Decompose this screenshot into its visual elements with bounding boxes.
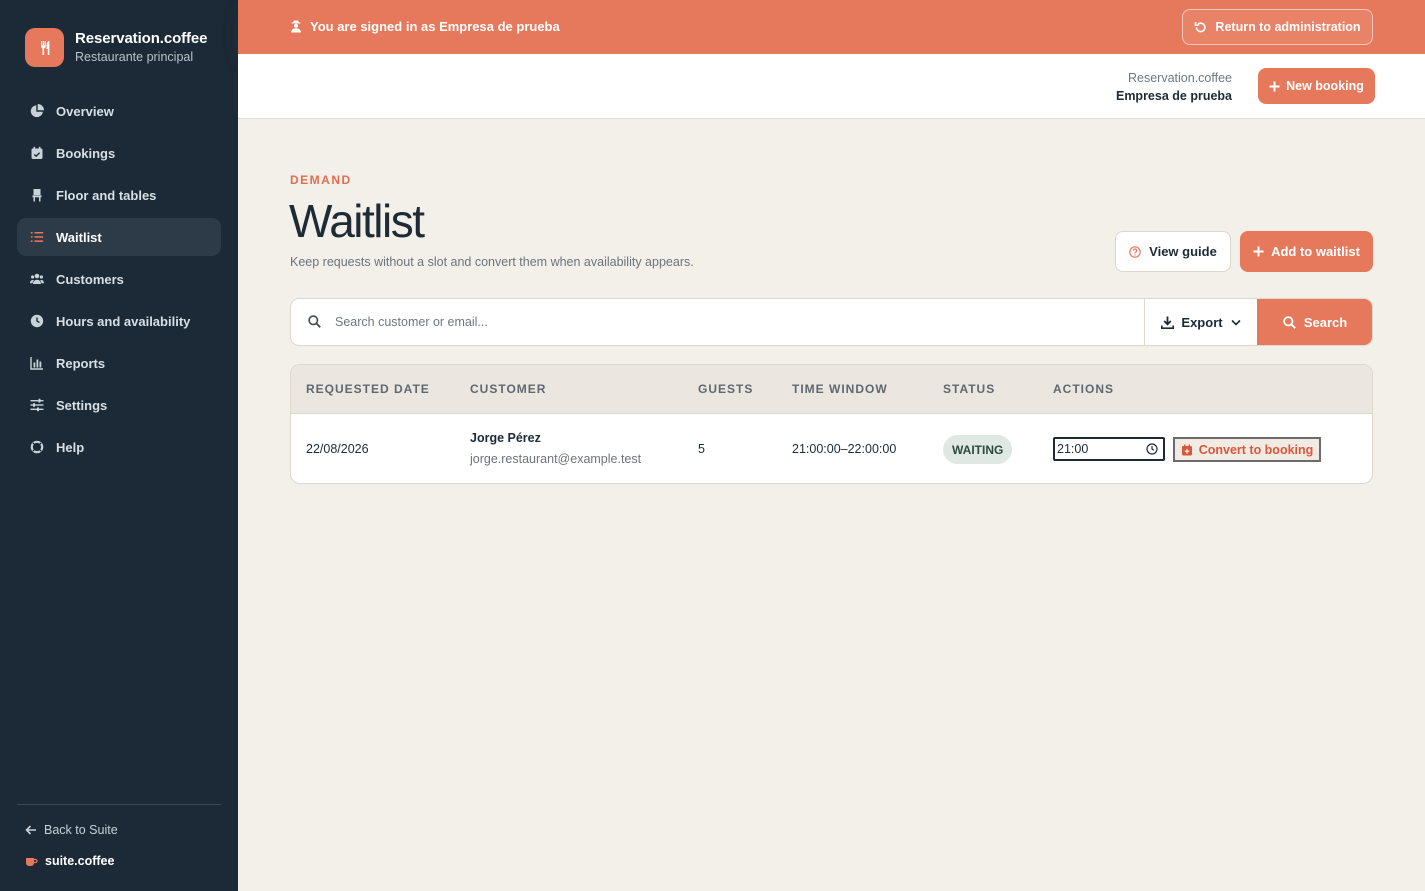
users-icon — [30, 272, 44, 286]
list-ol-icon — [30, 230, 44, 244]
plus-icon — [1253, 246, 1264, 257]
add-to-waitlist-button[interactable]: Add to waitlist — [1240, 231, 1373, 272]
add-to-waitlist-label: Add to waitlist — [1271, 244, 1360, 259]
return-to-administration-button[interactable]: Return to administration — [1182, 9, 1373, 45]
clock-icon — [1146, 443, 1158, 455]
back-to-suite-link[interactable]: Back to Suite — [25, 823, 118, 837]
search-icon — [1283, 315, 1296, 329]
chevron-down-icon — [1231, 319, 1241, 326]
customer-email: jorge.restaurant@example.test — [470, 452, 642, 466]
clock-icon — [30, 314, 44, 328]
convert-to-booking-label: Convert to booking — [1198, 442, 1314, 457]
search-button-label: Search — [1303, 314, 1348, 330]
status-badge: WAITING — [943, 435, 1013, 464]
time-value: 21:00 — [1057, 442, 1089, 456]
question-circle-icon — [1129, 245, 1141, 258]
column-header-actions: ACTIONS — [1053, 382, 1114, 396]
sidebar-item-label: Bookings — [56, 145, 116, 161]
sidebar-item-reports[interactable]: Reports — [17, 344, 221, 382]
header-app-name: Reservation.coffee — [1128, 71, 1232, 85]
bar-chart-icon — [30, 356, 44, 370]
sliders-icon — [30, 398, 44, 412]
column-header-status: STATUS — [943, 382, 996, 396]
sidebar-item-label: Help — [56, 439, 85, 455]
sidebar-item-label: Settings — [56, 397, 108, 413]
organization-info: Reservation.coffee Empresa de prueba — [1116, 69, 1232, 105]
calendar-plus-icon — [1181, 444, 1192, 455]
column-header-customer: CUSTOMER — [470, 382, 547, 396]
sidebar-item-label: Waitlist — [56, 229, 102, 245]
sidebar-item-label: Floor and tables — [56, 187, 157, 203]
sidebar-item-customers[interactable]: Customers — [17, 260, 221, 298]
utensils-icon — [25, 28, 64, 67]
customer-name: Jorge Pérez — [470, 431, 541, 445]
new-booking-button[interactable]: New booking — [1258, 68, 1375, 104]
brand-subtitle: Restaurante principal — [75, 50, 194, 64]
time-window-cell: 21:00:00–22:00:00 — [792, 442, 897, 456]
header-org-name: Empresa de prueba — [1115, 89, 1232, 103]
sidebar-divider — [17, 804, 221, 805]
sidebar-item-help[interactable]: Help — [17, 428, 221, 466]
view-guide-label: View guide — [1149, 244, 1217, 259]
search-bar: Export Search — [290, 298, 1373, 346]
section-eyebrow: DEMAND — [290, 173, 352, 187]
undo-icon — [1195, 21, 1207, 32]
guests-cell: 5 — [698, 442, 705, 456]
plus-icon — [1269, 81, 1280, 91]
sidebar-item-label: Hours and availability — [56, 313, 191, 329]
waitlist-table: REQUESTED DATE CUSTOMER GUESTS TIME WIND… — [290, 364, 1373, 484]
sidebar-item-hours-and-availability[interactable]: Hours and availability — [17, 302, 221, 340]
page-subtitle: Keep requests without a slot and convert… — [290, 255, 694, 269]
export-label: Export — [1181, 314, 1223, 330]
view-guide-button[interactable]: View guide — [1115, 231, 1231, 272]
life-ring-icon — [30, 440, 44, 454]
return-to-administration-label: Return to administration — [1215, 20, 1361, 34]
calendar-check-icon — [30, 146, 44, 160]
sidebar-item-floor-and-tables[interactable]: Floor and tables — [17, 176, 221, 214]
suite-brand-label: suite.coffee — [45, 854, 115, 868]
search-icon — [308, 315, 321, 328]
coffee-cup-icon — [26, 857, 38, 866]
search-input[interactable] — [335, 299, 1141, 345]
table-header: REQUESTED DATE CUSTOMER GUESTS TIME WIND… — [291, 365, 1372, 414]
column-header-guests: GUESTS — [698, 382, 754, 396]
search-button[interactable]: Search — [1257, 299, 1372, 345]
sidebar-item-waitlist[interactable]: Waitlist — [17, 218, 221, 256]
sidebar-item-bookings[interactable]: Bookings — [17, 134, 221, 172]
chair-icon — [30, 188, 44, 202]
suite-brand[interactable]: suite.coffee — [25, 854, 114, 868]
back-to-suite-label: Back to Suite — [44, 823, 118, 837]
download-icon — [1161, 316, 1175, 329]
sidebar-nav: Overview Bookings Floor and tables Waitl… — [17, 92, 221, 470]
signed-in-text: You are signed in as Empresa de prueba — [310, 19, 560, 34]
brand[interactable]: Reservation.coffee Restaurante principal — [25, 28, 208, 67]
sidebar-item-label: Reports — [56, 355, 106, 371]
brand-title: Reservation.coffee — [75, 30, 208, 47]
requested-date-cell: 22/08/2026 — [306, 442, 369, 456]
sidebar-item-overview[interactable]: Overview — [17, 92, 221, 130]
time-picker-input[interactable]: 21:00 — [1053, 437, 1165, 461]
sidebar: Reservation.coffee Restaurante principal… — [0, 0, 238, 891]
convert-to-booking-button[interactable]: Convert to booking — [1173, 437, 1321, 462]
new-booking-label: New booking — [1286, 79, 1364, 93]
impersonation-banner: You are signed in as Empresa de prueba R… — [238, 0, 1425, 54]
export-dropdown[interactable]: Export — [1144, 299, 1257, 345]
sidebar-item-label: Customers — [56, 271, 124, 287]
page-title: Waitlist — [289, 195, 425, 247]
sidebar-item-settings[interactable]: Settings — [17, 386, 221, 424]
sidebar-item-label: Overview — [56, 103, 114, 119]
top-header: Reservation.coffee Empresa de prueba New… — [238, 54, 1425, 119]
arrow-left-icon — [25, 825, 36, 835]
user-secret-icon — [291, 20, 301, 33]
pie-chart-icon — [30, 104, 44, 118]
signed-in-notice: You are signed in as Empresa de prueba — [290, 19, 560, 34]
column-header-time-window: TIME WINDOW — [792, 382, 888, 396]
column-header-requested-date: REQUESTED DATE — [306, 382, 430, 396]
